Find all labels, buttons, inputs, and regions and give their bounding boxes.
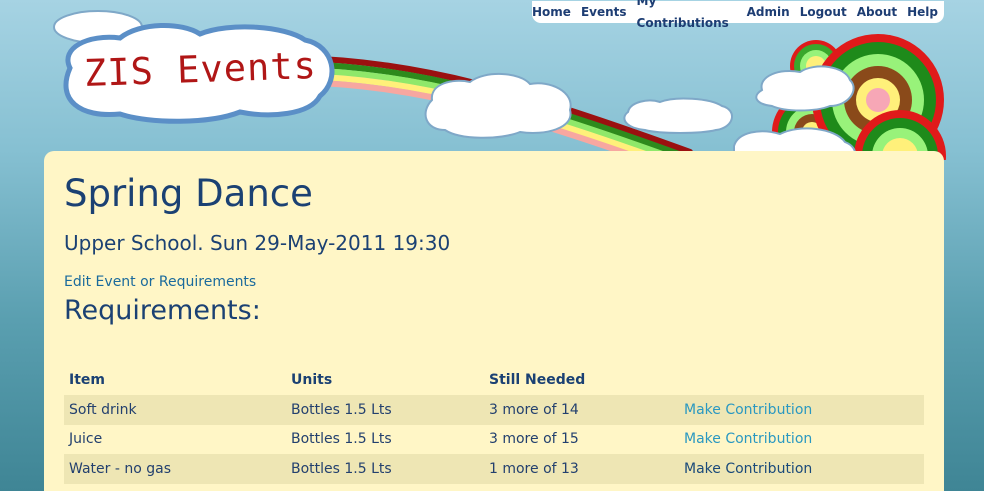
- make-contribution-link[interactable]: Make Contribution: [684, 431, 812, 447]
- content-panel: Spring Dance Upper School. Sun 29-May-20…: [44, 151, 944, 491]
- requirements-table: Item Units Still Needed Soft drink Bottl…: [64, 365, 924, 484]
- nav-about[interactable]: About: [857, 1, 897, 23]
- column-header-action: [679, 365, 924, 395]
- column-header-units: Units: [291, 372, 333, 388]
- nav-home[interactable]: Home: [532, 1, 571, 23]
- event-title: Spring Dance: [64, 172, 313, 215]
- cell-item: Soft drink: [64, 395, 286, 425]
- table-row: Water - no gas Bottles 1.5 Lts 1 more of…: [64, 454, 924, 484]
- nav-events[interactable]: Events: [581, 1, 627, 23]
- cell-still-needed: 3 more of 15: [489, 431, 579, 448]
- table-row: Juice Bottles 1.5 Lts 3 more of 15 Make …: [64, 425, 924, 455]
- cell-still-needed: 1 more of 13: [484, 454, 679, 484]
- column-header-still-needed: Still Needed: [489, 372, 586, 388]
- cloud-middle: [424, 72, 572, 139]
- header-banner: ZIS Events: [0, 0, 984, 160]
- cell-action: Make Contribution: [679, 425, 924, 455]
- nav-help[interactable]: Help: [907, 1, 938, 23]
- nav-logout[interactable]: Logout: [800, 1, 847, 23]
- requirements-heading: Requirements:: [64, 295, 261, 326]
- cell-units: Bottles 1.5 Lts: [286, 454, 484, 484]
- cloud-small-right: [623, 97, 733, 134]
- cell-units: Bottles 1.5 Lts: [291, 431, 392, 448]
- logo-text[interactable]: ZIS Events: [83, 44, 317, 95]
- column-header-item: Item: [69, 372, 105, 388]
- edit-event-link[interactable]: Edit Event or Requirements: [64, 274, 924, 290]
- top-nav: Home Events My Contributions Admin Logou…: [532, 0, 944, 30]
- nav-my-contributions[interactable]: My Contributions: [637, 0, 737, 34]
- nav-admin[interactable]: Admin: [747, 1, 790, 23]
- cell-still-needed: 3 more of 14: [484, 395, 679, 425]
- cell-item: Juice: [69, 431, 103, 448]
- make-contribution-link[interactable]: Make Contribution: [684, 402, 812, 418]
- cell-action: Make Contribution: [679, 395, 924, 425]
- cell-action: Make Contribution: [679, 454, 924, 484]
- table-header-row: Item Units Still Needed: [64, 365, 924, 395]
- table-row: Soft drink Bottles 1.5 Lts 3 more of 14 …: [64, 395, 924, 425]
- cell-item: Water - no gas: [64, 454, 286, 484]
- cell-units: Bottles 1.5 Lts: [286, 395, 484, 425]
- event-subtitle: Upper School. Sun 29-May-2011 19:30: [64, 231, 451, 255]
- make-contribution-link[interactable]: Make Contribution: [684, 461, 812, 477]
